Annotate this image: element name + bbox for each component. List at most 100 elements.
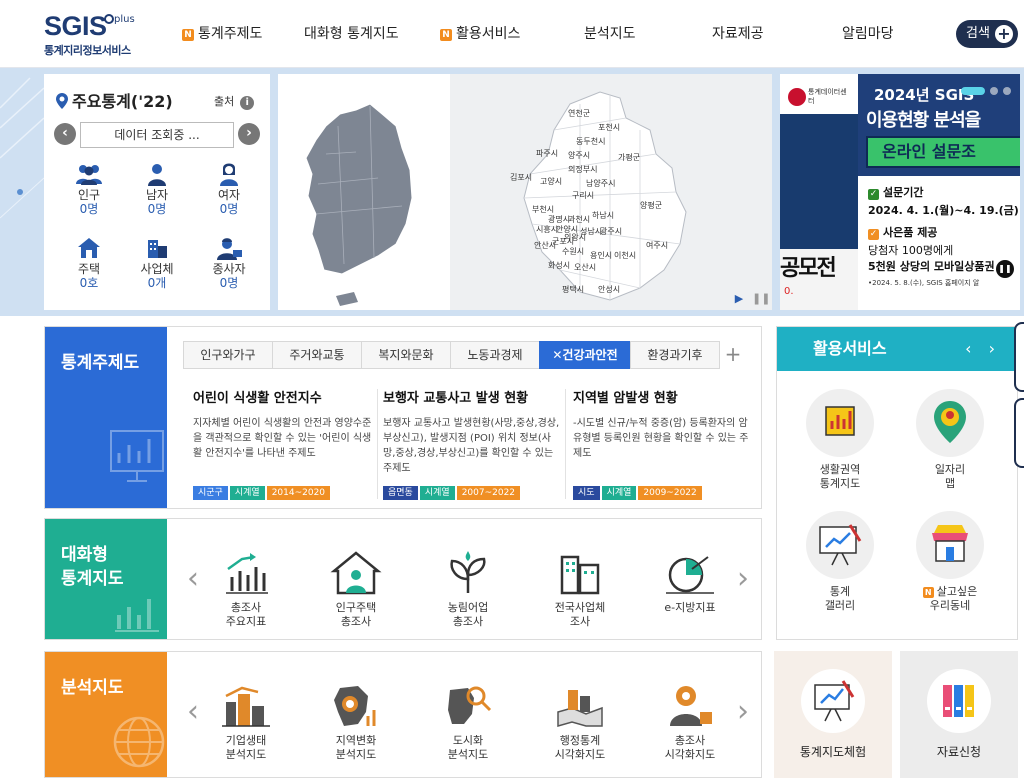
side-quick-tab[interactable] xyxy=(1014,398,1024,468)
city-label: 여주시 xyxy=(646,241,669,250)
banner-dot-active[interactable] xyxy=(961,87,985,95)
stat-population[interactable]: 인구 0명 xyxy=(54,162,124,216)
nav-analysis-map[interactable]: 분석지도 xyxy=(584,24,636,44)
analysis-item-census-visual[interactable]: 총조사 시각화지도 xyxy=(647,682,733,762)
side-quick-tab[interactable] xyxy=(1014,322,1024,392)
tools-icon: ✕ xyxy=(552,348,563,362)
source-label: 출처 xyxy=(214,95,235,108)
banner-pause-button[interactable]: ❚❚ xyxy=(996,260,1014,278)
service-living-area-map[interactable]: 생활권역 통계지도 xyxy=(785,389,895,491)
nav-services[interactable]: N 활용서비스 xyxy=(440,24,520,44)
services-nav-arrows[interactable]: ‹ › xyxy=(965,327,1001,371)
item-label-line2: 분석지도 xyxy=(447,748,489,761)
service-icon-circle xyxy=(806,389,874,457)
nav-notice[interactable]: 알림마당 xyxy=(842,24,894,44)
binders-icon xyxy=(943,685,974,717)
item-label-line2: 총조사 xyxy=(340,615,372,628)
interactive-item-local-indicators[interactable]: e-지방지표 xyxy=(647,549,733,615)
nav-interactive-map[interactable]: 대화형 통계지도 xyxy=(304,24,399,44)
tab-label: 건강과안전 xyxy=(562,348,618,362)
analysis-item-admin-stats[interactable]: 행정통계 시각화지도 xyxy=(537,682,623,762)
stats-prev-button[interactable]: ‹ xyxy=(54,123,76,145)
nav-theme-map[interactable]: N 통계주제도 xyxy=(182,24,262,44)
interactive-next-arrow[interactable]: › xyxy=(735,563,751,597)
divider xyxy=(377,389,378,499)
map-experience-label: 통계지도체험 xyxy=(799,745,867,759)
stats-status-box: 데이터 조회중 ... xyxy=(80,122,234,148)
gyeonggi-map[interactable]: 연천군 포천시 동두천시 파주시 양주시 가평군 의정부시 김포시 고양시 남양… xyxy=(450,74,772,310)
tag: 2014~2020 xyxy=(266,486,331,500)
interactive-item-census-indicators[interactable]: 총조사 주요지표 xyxy=(203,549,289,629)
analysis-item-business-ecology[interactable]: 기업생태 분석지도 xyxy=(203,682,289,762)
map-pause-button[interactable]: ❚❚ xyxy=(752,292,770,306)
service-stats-gallery[interactable]: 통계 갤러리 xyxy=(785,511,895,613)
tab-health-safety[interactable]: ✕건강과안전 xyxy=(539,341,631,369)
interactive-item-housing-census[interactable]: 인구주택 총조사 xyxy=(313,549,399,629)
city-label: 연천군 xyxy=(568,109,591,118)
topic-title: 지역별 암발생 현황 xyxy=(573,391,678,406)
service-job-map[interactable]: 일자리 맵 xyxy=(895,389,1005,491)
analysis-next-arrow[interactable]: › xyxy=(735,696,751,730)
buildings-icon xyxy=(560,555,600,595)
topic-title: 어린이 식생활 안전지수 xyxy=(193,391,322,406)
tab-welfare-culture[interactable]: 복지와문화 xyxy=(361,341,451,369)
period-label: 설문기간 xyxy=(883,186,924,199)
divider xyxy=(565,389,566,499)
service-our-neighborhood[interactable]: N 살고싶은 우리동네 xyxy=(895,511,1005,613)
banner-dot[interactable] xyxy=(1003,87,1011,95)
banner-dot[interactable] xyxy=(990,87,998,95)
interactive-item-agriculture-census[interactable]: 농림어업 총조사 xyxy=(425,549,511,629)
city-label: 오산시 xyxy=(574,263,597,272)
topic-description: 지자체별 어린이 식생활의 안전과 영양수준을 객관적으로 확인할 수 있는 '… xyxy=(193,418,372,459)
tag: 시계열 xyxy=(419,486,455,500)
stat-female[interactable]: 여자 0명 xyxy=(194,162,264,216)
interactive-item-business-survey[interactable]: 전국사업체 조사 xyxy=(537,549,623,629)
logo-brand: SGIS xyxy=(44,11,107,41)
tab-environment-climate[interactable]: 환경과기후 xyxy=(630,341,720,369)
data-request-button[interactable]: 자료신청 xyxy=(900,651,1018,778)
org-name: 통계데이터센터 xyxy=(808,88,847,105)
service-icon-circle xyxy=(806,511,874,579)
map-experience-button[interactable]: 통계지도체험 xyxy=(774,651,892,778)
tab-labor-economy[interactable]: 노동과경제 xyxy=(450,341,540,369)
analysis-item-regional-change[interactable]: 지역변화 분석지도 xyxy=(313,682,399,762)
sgis-logo[interactable]: SGIS plus 통계지리정보서비스 xyxy=(44,12,154,60)
service-label-line1: 일자리 xyxy=(934,463,966,476)
topic-card[interactable]: 어린이 식생활 안전지수 지자체별 어린이 식생활의 안전과 영양수준을 객관적… xyxy=(193,387,373,500)
stats-source[interactable]: 출처 i xyxy=(214,93,255,110)
topic-card[interactable]: 지역별 암발생 현황 -시도별 신규/누적 중증(암) 등록환자의 암유형별 등… xyxy=(573,387,753,500)
map-play-button[interactable]: ▶ xyxy=(732,292,746,306)
rising-chart-icon xyxy=(226,553,268,594)
add-tab-button[interactable]: + xyxy=(719,341,747,369)
interactive-map-label[interactable]: 대화형 통계지도 xyxy=(45,519,167,639)
tab-population-household[interactable]: 인구와가구 xyxy=(183,341,273,369)
topic-card[interactable]: 보행자 교통사고 발생 현황 보행자 교통사고 발생현황(사망,중상,경상,부상… xyxy=(383,387,563,500)
stats-title-text: 주요통계('22) xyxy=(72,92,173,111)
stat-value: 0개 xyxy=(147,276,167,290)
search-button[interactable]: 검색 + xyxy=(956,20,1018,48)
survey-banner[interactable]: 통계데이터센터 공모전 0. 2024년 SGIS 이용현황 분석을 온라인 설… xyxy=(780,74,1020,310)
stat-worker[interactable]: 종사자 0명 xyxy=(194,236,264,290)
analysis-map-label[interactable]: 분석지도 xyxy=(45,652,167,777)
city-label: 고양시 xyxy=(540,177,563,186)
analysis-item-urbanization[interactable]: 도시화 분석지도 xyxy=(425,682,511,762)
stats-next-button[interactable]: › xyxy=(238,123,260,145)
female-icon xyxy=(220,163,238,186)
tag: 2009~2022 xyxy=(638,486,702,500)
theme-map-section: 통계주제도 인구와가구 주거와교통 복지와문화 노동과경제 ✕건강과안전 환경과… xyxy=(44,326,762,509)
interactive-prev-arrow[interactable]: ‹ xyxy=(185,563,201,597)
korea-map-panel[interactable]: 연천군 포천시 동두천시 파주시 양주시 가평군 의정부시 김포시 고양시 남양… xyxy=(278,74,772,310)
bar-chart-icon xyxy=(115,599,159,632)
tab-housing-transport[interactable]: 주거와교통 xyxy=(272,341,362,369)
theme-map-label[interactable]: 통계주제도 xyxy=(45,327,167,508)
analysis-prev-arrow[interactable]: ‹ xyxy=(185,696,201,730)
stats-navigator: ‹ 데이터 조회중 ... › xyxy=(54,122,260,148)
stat-male[interactable]: 남자 0명 xyxy=(122,162,192,216)
stat-business[interactable]: 사업체 0개 xyxy=(122,236,192,290)
stat-house[interactable]: 주택 0호 xyxy=(54,236,124,290)
icon-circle xyxy=(801,669,865,733)
stat-label: 사업체 xyxy=(140,262,174,276)
service-icon-circle xyxy=(916,389,984,457)
tag: 2007~2022 xyxy=(456,486,521,500)
nav-data[interactable]: 자료제공 xyxy=(712,24,764,44)
